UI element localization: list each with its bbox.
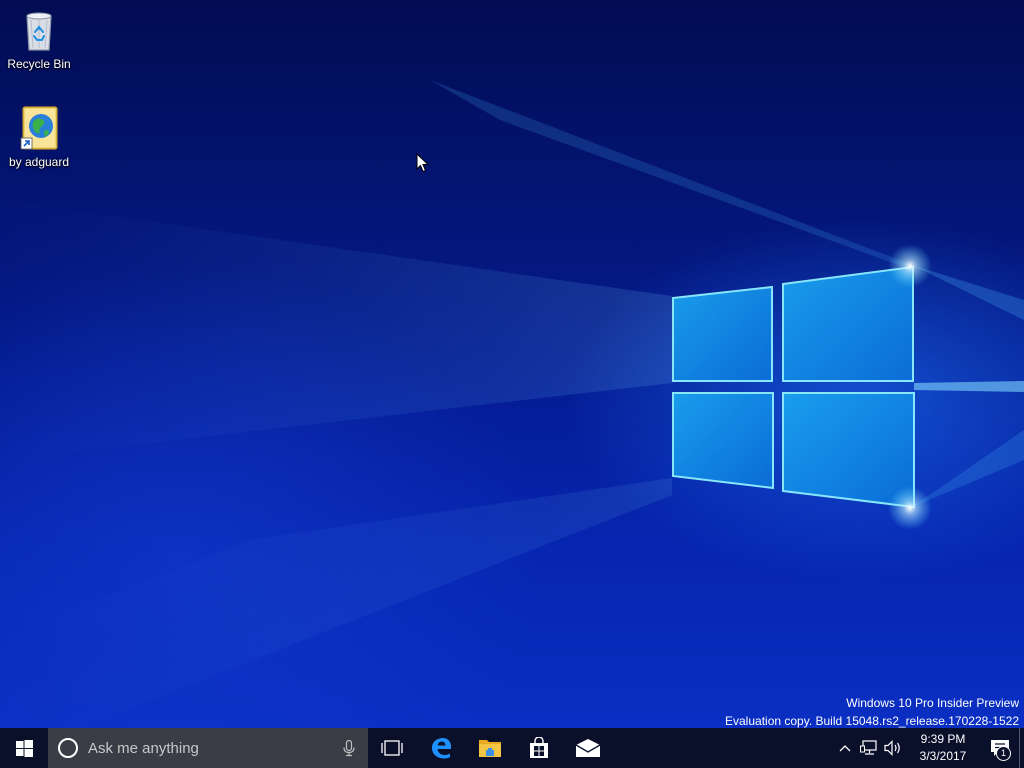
windows-logo-icon <box>15 739 33 757</box>
clock-date: 3/3/2017 <box>919 749 967 763</box>
start-button[interactable] <box>0 728 48 768</box>
recycle-bin-shortcut[interactable]: Recycle Bin <box>0 6 78 71</box>
adguard-shortcut[interactable]: by adguard <box>0 104 78 169</box>
clock[interactable]: 9:39 PM 3/3/2017 <box>905 728 981 768</box>
task-view-button[interactable] <box>368 728 416 768</box>
store-taskbar-button[interactable] <box>514 728 563 768</box>
search-box[interactable] <box>48 728 368 768</box>
mouse-cursor-icon <box>416 153 430 173</box>
file-explorer-taskbar-button[interactable] <box>465 728 514 768</box>
task-view-icon <box>381 740 403 756</box>
volume-icon <box>884 740 900 756</box>
network-icon <box>860 740 877 755</box>
mail-taskbar-button[interactable] <box>563 728 612 768</box>
cortana-icon[interactable] <box>58 738 78 758</box>
edge-icon <box>431 738 451 759</box>
show-hidden-icons-button[interactable] <box>833 728 857 768</box>
notification-count-badge: 1 <box>996 746 1011 761</box>
watermark-build: Evaluation copy. Build 15048.rs2_release… <box>725 714 1019 728</box>
mail-icon <box>575 739 600 757</box>
recycle-bin-label: Recycle Bin <box>7 57 71 71</box>
volume-button[interactable] <box>881 728 905 768</box>
action-center-button[interactable]: 1 <box>981 728 1019 768</box>
windows-watermark: Windows 10 Pro Insider Preview Evaluatio… <box>725 694 1019 728</box>
search-input[interactable] <box>88 739 340 757</box>
microphone-icon[interactable] <box>340 739 358 757</box>
network-button[interactable] <box>857 728 881 768</box>
adguard-label: by adguard <box>8 155 70 169</box>
edge-taskbar-button[interactable] <box>416 728 465 768</box>
desktop[interactable]: Recycle Bin by adguard Windows 10 Pro In… <box>0 0 1024 728</box>
chevron-up-icon <box>839 745 851 752</box>
system-tray: 9:39 PM 3/3/2017 1 <box>833 728 1024 768</box>
watermark-edition: Windows 10 Pro Insider Preview <box>846 696 1019 710</box>
clock-time: 9:39 PM <box>920 732 966 746</box>
windows-logo-wallpaper <box>672 265 915 509</box>
taskbar: 9:39 PM 3/3/2017 1 <box>0 728 1024 768</box>
folder-icon <box>478 740 501 757</box>
globe-book-shortcut-icon <box>20 106 58 150</box>
show-desktop-button[interactable] <box>1019 728 1024 768</box>
store-icon <box>529 737 548 758</box>
wallpaper <box>0 80 1024 728</box>
recycle-bin-icon <box>26 12 52 51</box>
